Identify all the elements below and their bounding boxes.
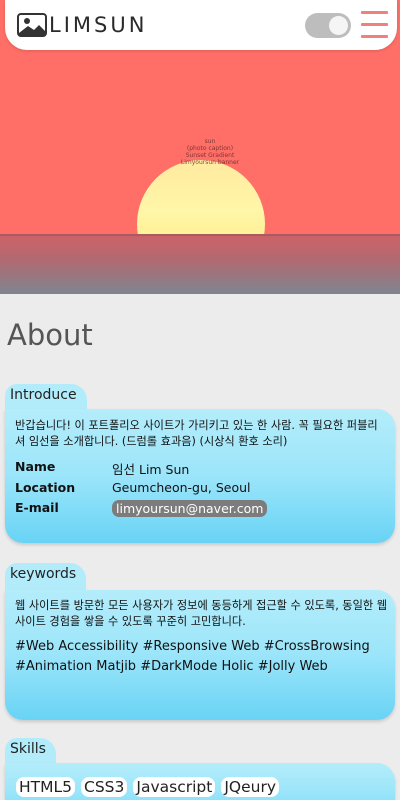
card-keywords: 웹 사이트를 방문한 모든 사용자가 정보에 동등하게 접근할 수 있도록, 동… bbox=[5, 590, 395, 720]
keywords-text: 웹 사이트를 방문한 모든 사용자가 정보에 동등하게 접근할 수 있도록, 동… bbox=[15, 599, 388, 628]
hero-caption-line: Limyoursun banner bbox=[180, 159, 240, 166]
logo-link[interactable]: LIMSUN bbox=[17, 12, 147, 38]
dark-mode-toggle[interactable] bbox=[305, 13, 351, 38]
hero-caption-line: Sunset Gradient bbox=[185, 152, 235, 159]
section-title-about: About bbox=[7, 318, 93, 352]
menu-bar bbox=[361, 11, 388, 14]
menu-bar bbox=[361, 23, 388, 26]
hamburger-icon[interactable] bbox=[361, 11, 388, 39]
info-label: E-mail bbox=[15, 500, 59, 515]
logo-icon bbox=[17, 13, 47, 37]
info-label: Location bbox=[15, 480, 76, 495]
hero-caption-line: sun bbox=[204, 138, 216, 145]
card-skills: HTML5 CSS3 Javascript JQeury bbox=[5, 763, 395, 800]
toggle-knob bbox=[329, 16, 348, 35]
tab-keywords: keywords bbox=[5, 563, 87, 593]
skill-badge: Javascript bbox=[133, 777, 216, 797]
logo-text: LIMSUN bbox=[49, 13, 148, 37]
site-header: LIMSUN bbox=[5, 0, 397, 50]
info-value: 임선 Lim Sun bbox=[112, 462, 190, 477]
hero-caption-line: (photo caption) bbox=[186, 145, 234, 152]
skill-badge: HTML5 bbox=[16, 777, 75, 797]
sea-graphic bbox=[0, 234, 400, 294]
menu-bar bbox=[361, 35, 388, 38]
skill-badge: JQeury bbox=[221, 777, 279, 797]
email-link[interactable]: limyoursun@naver.com bbox=[112, 500, 268, 517]
skill-badge: CSS3 bbox=[81, 777, 128, 797]
card-introduce: 반갑습니다! 이 포트폴리오 사이트가 가리키고 있는 한 사람. 꼭 필요한 … bbox=[5, 409, 395, 543]
keywords-tags: #Web Accessibility #Responsive Web #Cros… bbox=[15, 639, 370, 674]
info-label: Name bbox=[15, 459, 56, 474]
horizon-line bbox=[0, 234, 400, 236]
intro-text: 반갑습니다! 이 포트폴리오 사이트가 가리키고 있는 한 사람. 꼭 필요한 … bbox=[15, 419, 378, 448]
hero-caption: sun (photo caption) Sunset Gradient Limy… bbox=[150, 138, 270, 166]
info-value: Geumcheon-gu, Seoul bbox=[112, 480, 251, 495]
skills-list: HTML5 CSS3 Javascript JQeury bbox=[16, 777, 279, 797]
